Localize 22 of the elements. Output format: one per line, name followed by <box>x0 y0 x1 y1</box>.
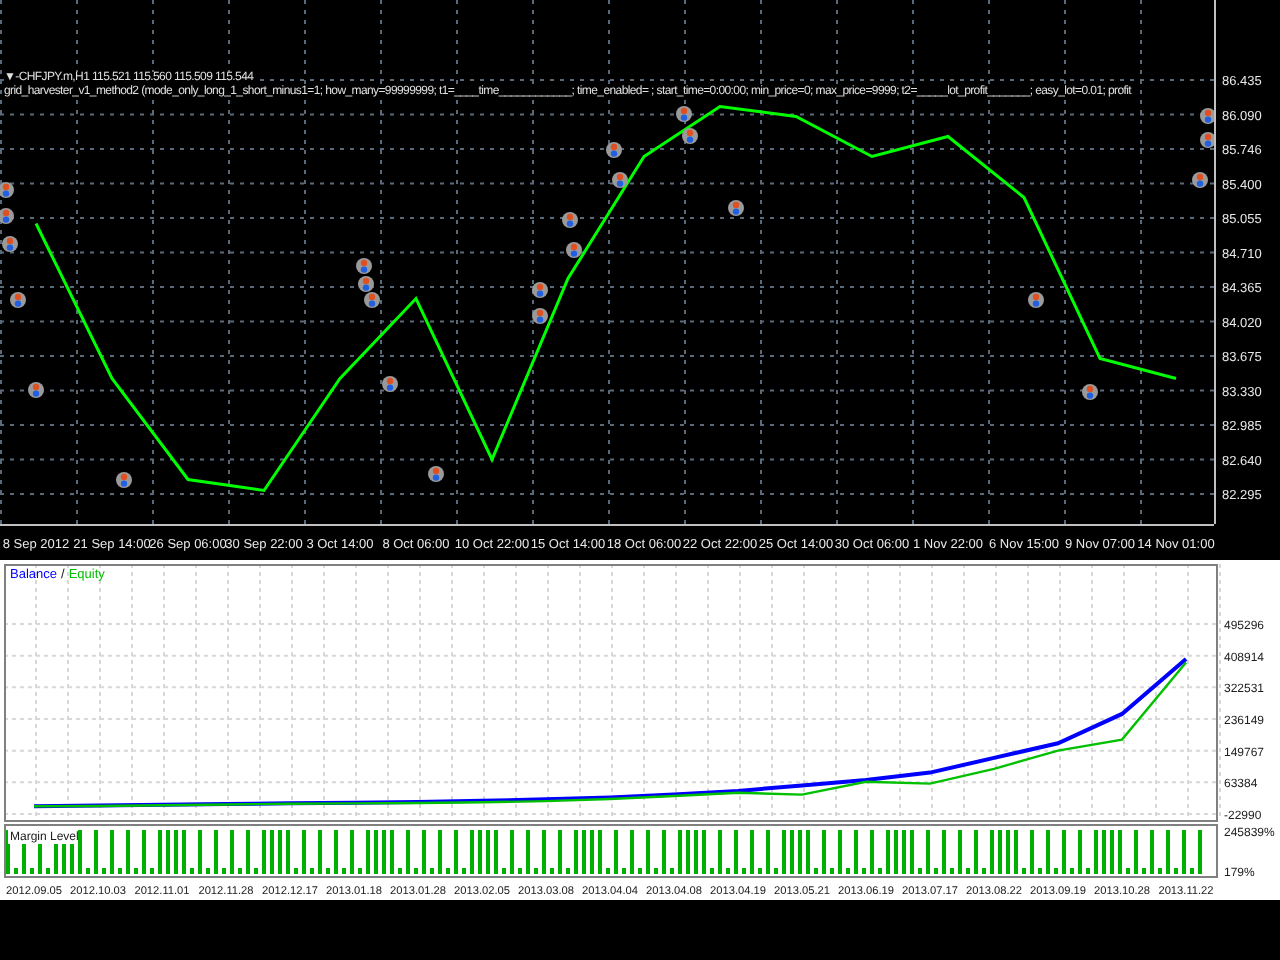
trade-marker-icon <box>382 376 398 392</box>
trade-marker-icon <box>10 292 26 308</box>
trade-marker-icon <box>0 208 14 224</box>
trade-marker-icon <box>0 182 14 198</box>
trade-marker-icon <box>1200 132 1216 148</box>
trade-marker-icon <box>532 282 548 298</box>
trade-marker-icon <box>1028 292 1044 308</box>
trade-marker-icon <box>566 242 582 258</box>
trade-marker-icon <box>532 308 548 324</box>
trade-marker-icon <box>562 212 578 228</box>
trade-marker-icon <box>428 466 444 482</box>
trade-marker-icon <box>1192 172 1208 188</box>
trade-marker-icon <box>728 200 744 216</box>
trade-marker-icon <box>676 106 692 122</box>
trade-marker-icon <box>2 236 18 252</box>
trade-marker-icon <box>612 172 628 188</box>
trade-marker-icon <box>1082 384 1098 400</box>
trade-marker-icon <box>1200 108 1216 124</box>
trade-marker-icon <box>682 128 698 144</box>
trade-marker-icon <box>28 382 44 398</box>
trade-marker-icon <box>606 142 622 158</box>
trade-marker-icon <box>116 472 132 488</box>
